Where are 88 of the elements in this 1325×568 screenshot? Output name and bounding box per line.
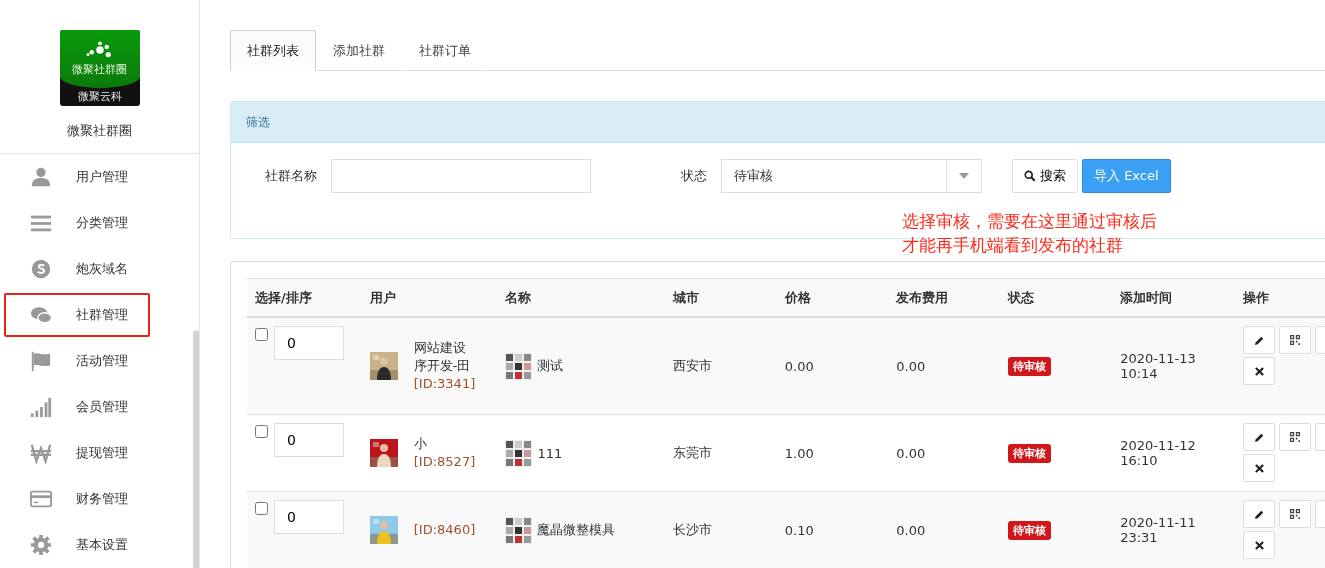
row-checkbox[interactable]	[255, 425, 268, 438]
sidebar-item[interactable]: 活动管理	[4, 339, 150, 383]
qr-code-button[interactable]	[1279, 500, 1311, 528]
group-name: 测试	[537, 357, 564, 375]
qr-code-button[interactable]	[1279, 326, 1311, 354]
search-icon	[1024, 170, 1036, 182]
group-name: 魔晶微整模具	[537, 521, 616, 539]
close-icon	[1254, 540, 1264, 550]
column-header: 城市	[665, 278, 777, 317]
pencil-icon	[1253, 508, 1265, 520]
logo-title: 微聚社群圈	[72, 62, 127, 77]
annotation-text: 才能再手机端看到发布的社群	[902, 234, 1123, 257]
column-header: 状态	[1000, 278, 1113, 317]
card-icon	[30, 488, 52, 510]
table-cell: 1.00	[784, 445, 814, 461]
qr-code-icon	[1290, 432, 1300, 442]
qr-code-icon	[1290, 509, 1300, 519]
user-id: [ID:8527]	[413, 453, 476, 471]
search-button[interactable]: 搜索	[1012, 159, 1078, 193]
status-select[interactable]: 待审核	[721, 159, 982, 193]
delete-button[interactable]	[1243, 531, 1275, 559]
user-id: [ID:3341]	[413, 375, 476, 393]
table-cell: 0.00	[896, 445, 926, 461]
table-cell: 西安市	[673, 358, 713, 373]
column-header: 添加时间	[1112, 278, 1235, 317]
sidebar-item[interactable]: 基本设置	[4, 523, 150, 567]
user-name: 小	[413, 435, 428, 453]
flag-icon	[30, 350, 52, 372]
sidebar-item[interactable]: 炮灰域名	[4, 247, 150, 291]
panel-title: 筛选	[246, 115, 270, 129]
scrollbar[interactable]	[193, 330, 199, 568]
pencil-icon	[1253, 334, 1265, 346]
sidebar-item[interactable]: 提现管理	[4, 431, 150, 475]
sort-input-field[interactable]: 0	[274, 423, 344, 457]
date-cell-text: 2020-11-12 16:10	[1120, 438, 1197, 468]
column-header: 选择/排序	[247, 278, 362, 317]
qr-code-icon	[1290, 335, 1300, 345]
status-badge: 待审核	[1008, 357, 1052, 376]
column-header: 价格	[776, 278, 889, 317]
column-header: 用户	[361, 278, 498, 317]
edit-button[interactable]	[1243, 326, 1275, 354]
date-cell-text: 2020-11-13 10:14	[1120, 351, 1197, 381]
sidebar-item[interactable]: 社群管理	[4, 293, 150, 337]
sort-input-field[interactable]: 0	[274, 500, 344, 534]
delete-button[interactable]	[1243, 357, 1275, 385]
column-header: 发布费用	[888, 278, 1001, 317]
logo-subtitle: 微聚云科	[77, 89, 122, 105]
close-icon	[1254, 366, 1264, 376]
caret-icon	[959, 173, 969, 179]
app-name: 微聚社群圈	[0, 121, 199, 154]
sidebar-item[interactable]: 分类管理	[4, 201, 150, 245]
name-input-field[interactable]	[331, 159, 591, 193]
sort-input-field[interactable]: 0	[274, 326, 344, 360]
table-cell: 东莞市	[673, 445, 713, 460]
settings-icon	[30, 534, 52, 556]
signal-icon	[30, 396, 52, 418]
pencil-icon	[1253, 431, 1265, 443]
column-header: 操作	[1235, 278, 1325, 317]
sidebar-item[interactable]: 用户管理	[4, 155, 150, 199]
column-header: 名称	[497, 278, 666, 317]
close-icon	[1254, 463, 1264, 473]
tab[interactable]: 社群列表	[230, 30, 316, 71]
s-circle-icon	[30, 258, 52, 280]
date-cell-text: 2020-11-11 23:31	[1120, 515, 1197, 545]
won-icon	[30, 442, 52, 464]
status-badge: 待审核	[1008, 521, 1052, 540]
delete-button[interactable]	[1243, 454, 1275, 482]
edit-button[interactable]	[1243, 500, 1275, 528]
person-icon	[30, 166, 52, 188]
user-name: 序开发-田	[413, 357, 472, 375]
annotation-text: 选择审核，需要在这里通过审核后	[902, 210, 1157, 233]
qr-code-button[interactable]	[1279, 423, 1311, 451]
field-label: 社群名称	[264, 167, 318, 185]
edit-button[interactable]	[1243, 423, 1275, 451]
table-cell: 0.00	[784, 358, 814, 374]
field-label: 状态	[680, 167, 708, 185]
table-cell: 长沙市	[673, 522, 713, 537]
group-name: 111	[537, 445, 563, 461]
user-id: [ID:8460]	[413, 521, 476, 539]
table-cell: 0.10	[784, 522, 814, 538]
sidebar-item[interactable]: 财务管理	[4, 477, 150, 521]
table-cell: 0.00	[896, 358, 926, 374]
row-checkbox[interactable]	[255, 328, 268, 341]
table-cell: 0.00	[896, 522, 926, 538]
row-checkbox[interactable]	[255, 502, 268, 515]
sidebar-item[interactable]: 会员管理	[4, 385, 150, 429]
user-name: 网站建设	[413, 339, 467, 357]
status-badge: 待审核	[1008, 444, 1052, 463]
